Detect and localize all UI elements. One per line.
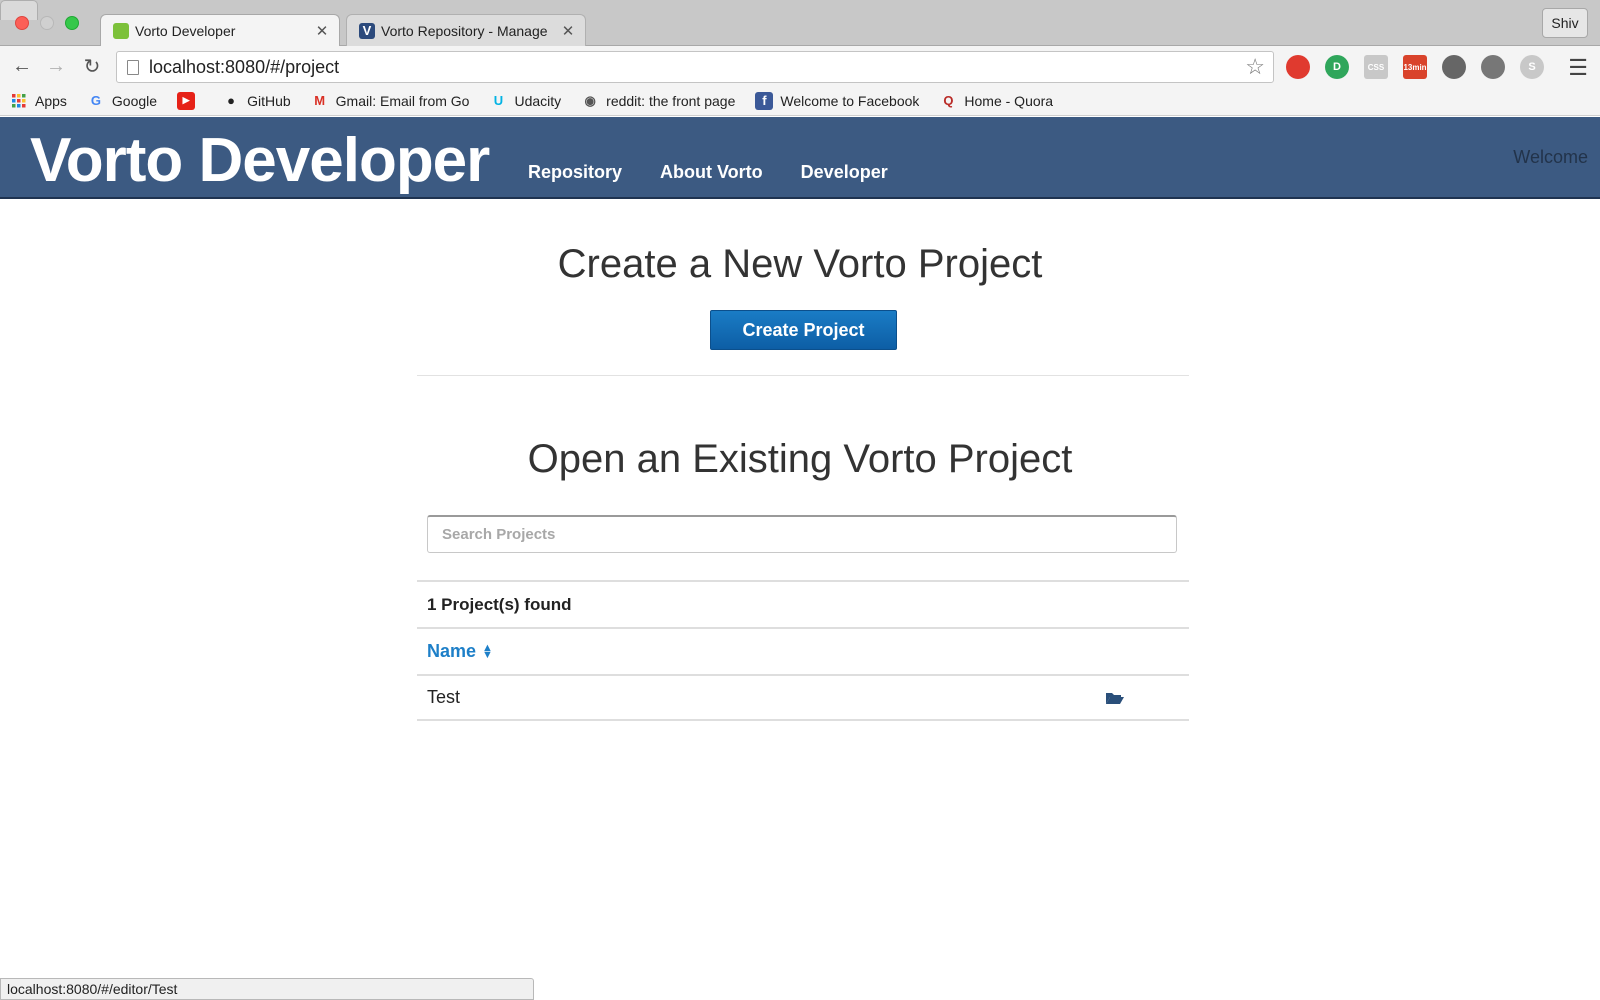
tab-close-icon[interactable]: ✕ [311, 22, 333, 40]
bookmark-github[interactable]: ● GitHub [222, 92, 291, 110]
welcome-text: Welcome [1513, 147, 1588, 167]
app-header: Vorto Developer Repository About Vorto D… [0, 117, 1600, 199]
gmail-icon: M [314, 93, 326, 108]
d-ext-icon[interactable]: D [1325, 55, 1349, 79]
nav-about-vorto[interactable]: About Vorto [660, 162, 763, 183]
open-folder-icon[interactable] [1105, 691, 1125, 705]
address-bar[interactable]: localhost:8080/#/project ☆ [116, 51, 1274, 83]
tab-close-icon[interactable]: ✕ [557, 22, 579, 40]
page-icon [127, 59, 139, 75]
bookmark-label: Udacity [514, 92, 562, 109]
nav-developer[interactable]: Developer [801, 162, 888, 183]
column-header-label: Name [427, 641, 477, 661]
column-header-name[interactable]: Name ▲ ▼ [427, 641, 493, 662]
apps-icon [10, 92, 28, 110]
bookmark-gmail[interactable]: M Gmail: Email from Go [311, 92, 470, 110]
bookmark-reddit[interactable]: ◉ reddit: the front page [581, 92, 735, 110]
css-ext-icon[interactable]: CSS [1364, 55, 1388, 79]
bookmark-label: GitHub [247, 92, 291, 109]
create-project-heading: Create a New Vorto Project [557, 242, 1043, 286]
facebook-icon: f [755, 91, 774, 110]
project-rows: Test [417, 674, 1189, 721]
plug-ext-icon[interactable] [1442, 55, 1466, 79]
shield-ext-icon[interactable] [1286, 55, 1310, 79]
search-projects-input[interactable] [427, 515, 1177, 553]
maximize-window-button[interactable] [65, 16, 79, 30]
bookmarks-bar: Apps G Google ▶ ● GitHub M Gmail: Email from Go… [0, 86, 1600, 116]
bookmark-quora[interactable]: Q Home - Quora [939, 92, 1053, 110]
reload-icon[interactable]: ↻ [80, 54, 104, 78]
tab-vorto-repository[interactable]: V Vorto Repository - Manage ✕ [346, 14, 586, 46]
spring-leaf-icon [113, 22, 129, 39]
udacity-icon: U [493, 93, 504, 108]
profile-button[interactable]: Shiv [1542, 8, 1588, 38]
bookmark-udacity[interactable]: U Udacity [489, 92, 561, 110]
sort-icon[interactable]: ▲ ▼ [482, 642, 493, 660]
skype-ext-icon[interactable]: S [1520, 55, 1544, 79]
section-divider [417, 375, 1189, 376]
bookmark-label: Home - Quora [964, 92, 1054, 109]
create-project-button[interactable]: Create Project [710, 310, 897, 350]
browser-toolbar: ← → ↻ localhost:8080/#/project ☆ D CSS 13m… [0, 46, 1600, 86]
bookmark-label: Welcome to Facebook [780, 92, 920, 109]
github-icon: ● [227, 93, 235, 108]
projects-table: 1 Project(s) found Name ▲ ▼ Test [417, 580, 1189, 721]
table-row[interactable]: Test [417, 674, 1189, 721]
timer-ext-icon[interactable]: 13min [1403, 55, 1427, 79]
menu-icon[interactable]: ☰ [1568, 55, 1588, 81]
table-header-row: Name ▲ ▼ [417, 627, 1189, 674]
forward-arrow-icon[interactable]: → [44, 54, 68, 78]
bookmark-youtube[interactable]: ▶ [177, 91, 202, 110]
minimize-window-button[interactable] [40, 16, 54, 30]
youtube-icon: ▶ [177, 91, 196, 110]
bookmark-facebook[interactable]: f Welcome to Facebook [755, 91, 920, 110]
tab-title: Vorto Developer [135, 22, 236, 39]
open-project-heading: Open an Existing Vorto Project [527, 437, 1073, 481]
bookmark-star-icon[interactable]: ☆ [1245, 54, 1265, 80]
main-nav: Repository About Vorto Developer [528, 162, 888, 183]
status-bar: localhost:8080/#/editor/Test [0, 978, 534, 1000]
bookmark-label: reddit: the front page [606, 92, 736, 109]
project-name: Test [427, 687, 461, 707]
results-count-row: 1 Project(s) found [417, 580, 1189, 627]
bookmark-google[interactable]: G Google [87, 92, 157, 110]
close-window-button[interactable] [15, 16, 29, 30]
brand-title[interactable]: Vorto Developer [30, 125, 490, 196]
tab-vorto-developer[interactable]: Vorto Developer ✕ [100, 14, 340, 46]
google-icon: G [90, 93, 101, 108]
reddit-icon: ◉ [584, 92, 596, 108]
url-text[interactable]: localhost:8080/#/project [149, 57, 1245, 78]
bookmark-label: Google [111, 92, 158, 109]
extension-icons: D CSS 13min S [1286, 55, 1544, 79]
bookmark-apps[interactable]: Apps [10, 92, 67, 110]
browser-titlebar: Vorto Developer ✕ V Vorto Repository - M… [0, 0, 1600, 46]
cast-icon[interactable] [1481, 55, 1505, 79]
bookmark-label: Gmail: Email from Go [335, 92, 470, 109]
back-arrow-icon[interactable]: ← [10, 54, 34, 78]
bookmark-label: Apps [35, 92, 67, 109]
results-count: 1 Project(s) found [427, 594, 572, 614]
nav-repository[interactable]: Repository [528, 162, 622, 183]
tab-title: Vorto Repository - Manage [381, 22, 548, 39]
quora-icon: Q [943, 93, 954, 108]
vorto-v-icon: V [359, 22, 375, 39]
